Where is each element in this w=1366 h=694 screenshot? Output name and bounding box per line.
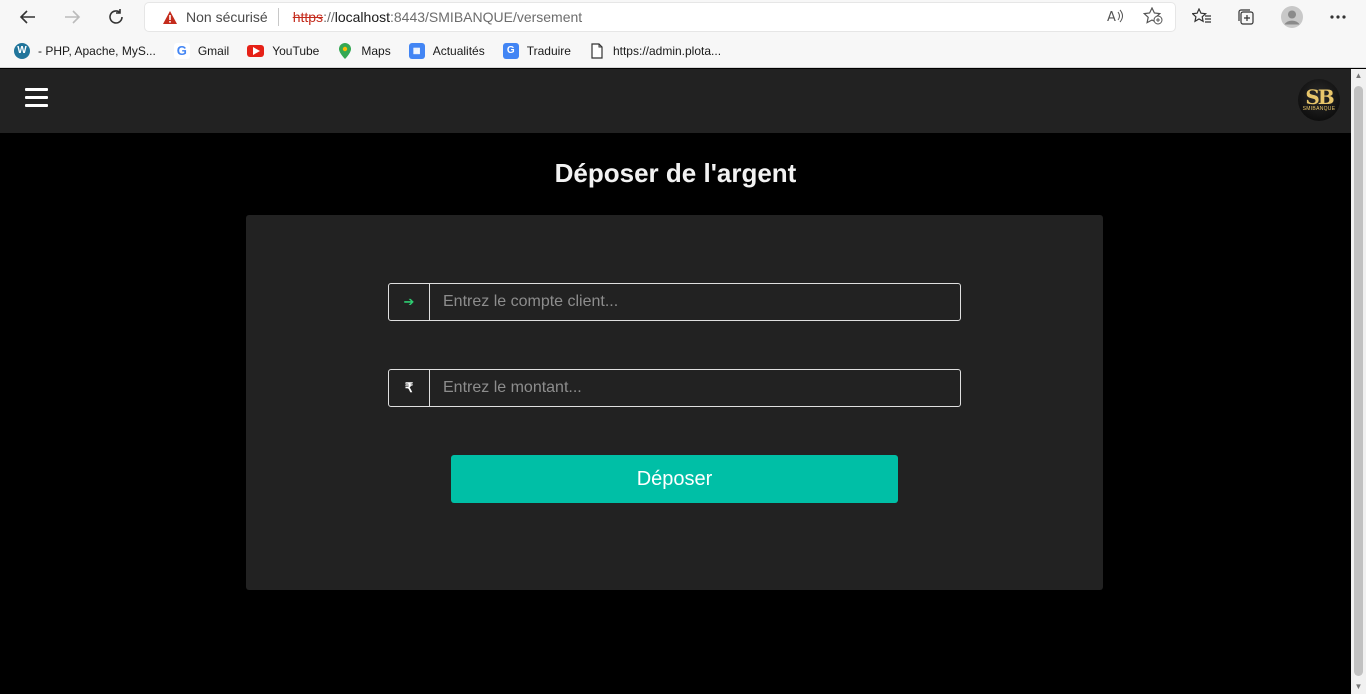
arrow-right-icon: ➔ <box>389 284 430 320</box>
scroll-thumb[interactable] <box>1354 86 1363 676</box>
menu-toggle-button[interactable] <box>25 88 49 110</box>
smibanque-logo[interactable]: SB SMIBANQUE <box>1298 79 1340 121</box>
add-favorite-icon[interactable] <box>1143 7 1163 25</box>
address-actions: A <box>1107 7 1163 25</box>
amount-input[interactable] <box>430 370 960 406</box>
rupee-icon: ₹ <box>389 370 430 406</box>
url-path: :8443/SMIBANQUE/versement <box>390 9 583 25</box>
deposit-form-card: ➔ ₹ Déposer <box>246 215 1103 590</box>
back-button[interactable] <box>16 5 40 29</box>
url-separator: :// <box>323 9 335 25</box>
news-icon: ▦ <box>408 42 425 59</box>
more-dots-icon <box>1330 15 1346 19</box>
bookmark-item[interactable]: G Traduire <box>502 42 571 59</box>
bookmarks-bar: W - PHP, Apache, MyS... G Gmail YouTube … <box>0 34 1366 68</box>
bookmark-label: https://admin.plota... <box>612 43 722 58</box>
logo-text: SB <box>1305 84 1334 109</box>
hamburger-line <box>25 96 48 99</box>
collections-icon <box>1238 9 1254 25</box>
bookmark-label: Gmail <box>197 43 230 58</box>
page-viewport: SB SMIBANQUE Déposer de l'argent ➔ ₹ Dép… <box>0 69 1351 694</box>
hamburger-line <box>25 104 48 107</box>
read-aloud-icon[interactable]: A <box>1107 8 1125 24</box>
page-title: Déposer de l'argent <box>554 158 797 188</box>
url-text: https://localhost:8443/SMIBANQUE/verseme… <box>293 9 582 25</box>
translate-icon: G <box>502 42 519 59</box>
scroll-up-arrow-icon[interactable]: ▲ <box>1354 71 1363 81</box>
forward-arrow-icon <box>65 10 81 24</box>
svg-text:A: A <box>1107 10 1116 24</box>
page-icon <box>589 42 605 59</box>
scroll-down-arrow-icon[interactable]: ▼ <box>1354 682 1363 692</box>
bookmark-label: Maps <box>361 43 391 58</box>
bookmark-item[interactable]: ▦ Actualités <box>408 42 485 59</box>
bookmark-label: - PHP, Apache, MyS... <box>38 43 156 58</box>
forward-button[interactable] <box>60 5 84 29</box>
amount-input-group: ₹ <box>388 369 961 407</box>
page-scrollbar[interactable]: ▲ ▼ <box>1351 69 1366 694</box>
profile-button[interactable] <box>1280 5 1304 29</box>
maps-icon <box>337 42 353 59</box>
logo-subtext: SMIBANQUE <box>1302 105 1336 112</box>
wordpress-icon: W <box>14 42 30 59</box>
bookmark-label: Actualités <box>432 43 485 58</box>
collections-button[interactable] <box>1234 5 1258 29</box>
bookmark-label: YouTube <box>272 43 320 58</box>
favorites-icon <box>1192 8 1211 23</box>
bookmark-item[interactable]: https://admin.plota... <box>589 42 722 59</box>
avatar-icon <box>1281 6 1303 28</box>
bookmark-item[interactable]: G Gmail <box>173 42 230 59</box>
google-icon: G <box>173 42 190 59</box>
youtube-icon <box>247 44 265 57</box>
hamburger-line <box>25 88 48 91</box>
settings-menu-button[interactable] <box>1326 5 1350 29</box>
security-indicator[interactable]: Non sécurisé <box>162 8 279 26</box>
security-label: Non sécurisé <box>186 9 268 25</box>
warning-icon <box>163 10 177 24</box>
app-header: SB SMIBANQUE <box>0 69 1351 133</box>
bookmark-item[interactable]: W - PHP, Apache, MyS... <box>14 42 156 59</box>
bookmark-item[interactable]: YouTube <box>247 44 319 58</box>
refresh-button[interactable] <box>104 5 128 29</box>
deposit-button[interactable]: Déposer <box>451 455 898 503</box>
refresh-icon <box>109 9 123 24</box>
back-arrow-icon <box>19 10 35 24</box>
favorites-button[interactable] <box>1190 5 1214 29</box>
bookmark-label: Traduire <box>526 43 571 58</box>
account-input[interactable] <box>430 284 960 320</box>
url-host: localhost <box>334 9 390 25</box>
address-bar[interactable]: Non sécurisé https://localhost:8443/SMIB… <box>145 3 1175 31</box>
account-input-group: ➔ <box>388 283 961 321</box>
bookmark-item[interactable]: Maps <box>337 42 391 59</box>
url-scheme: https <box>292 9 324 25</box>
browser-toolbar: Non sécurisé https://localhost:8443/SMIB… <box>0 0 1366 34</box>
